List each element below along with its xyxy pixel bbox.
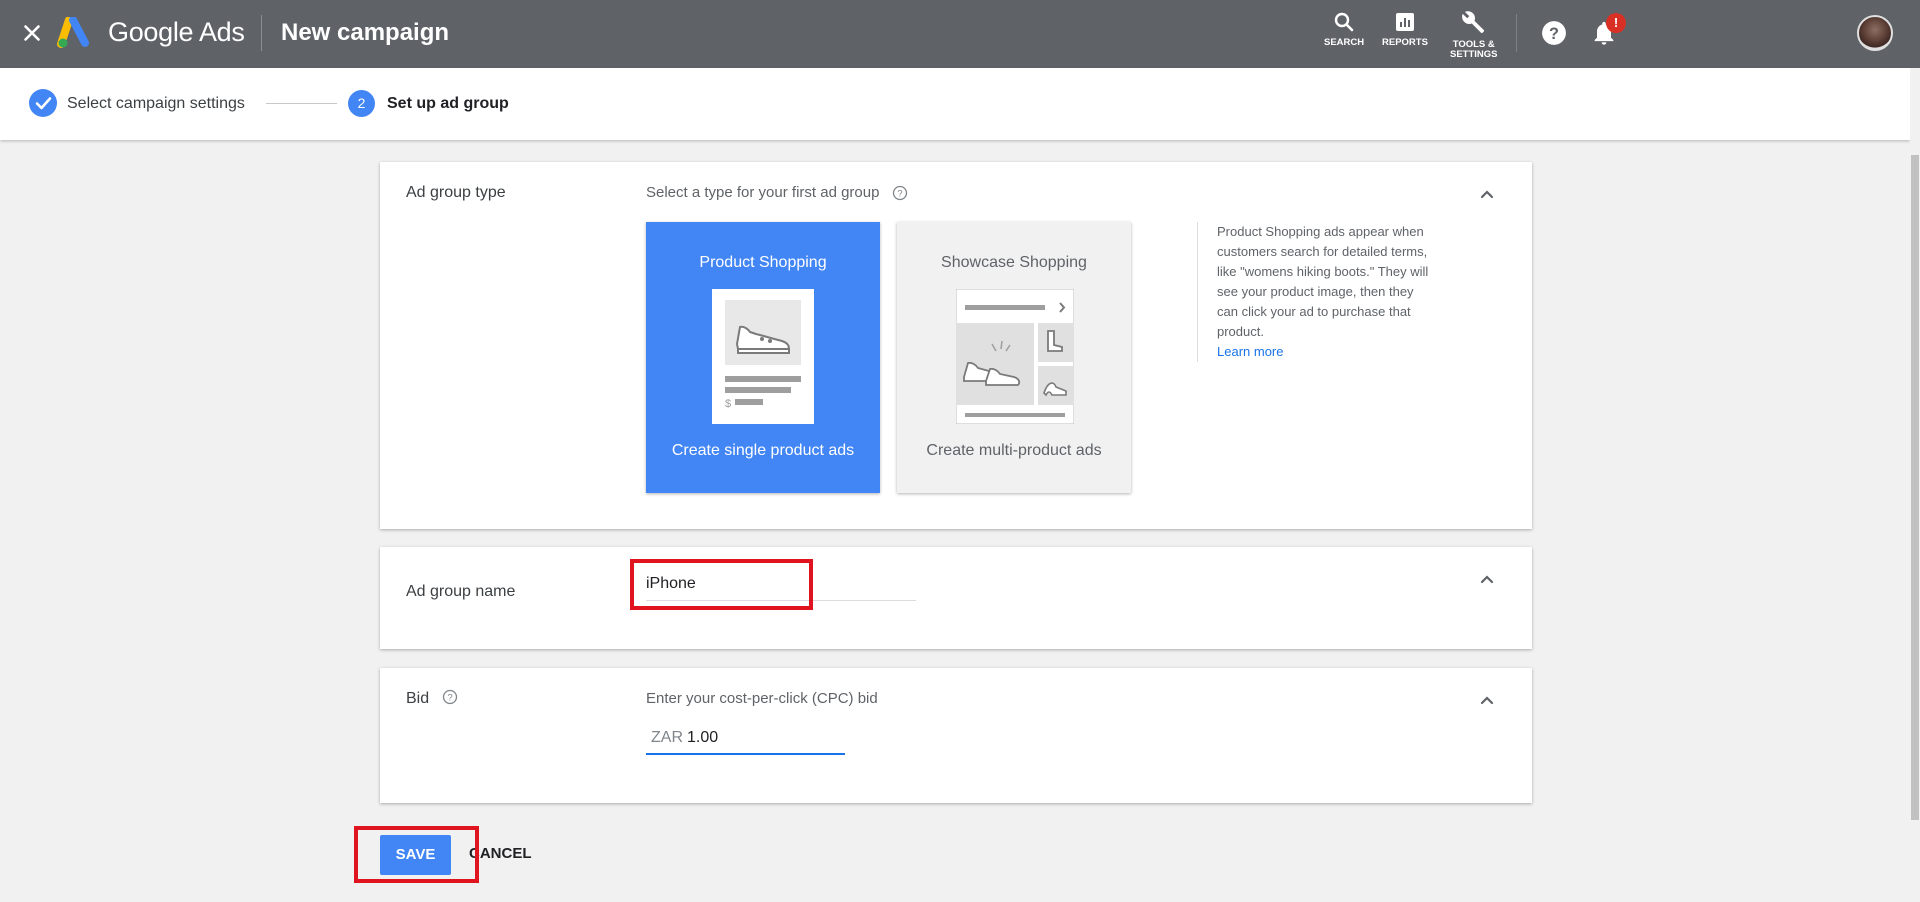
close-icon[interactable]: [19, 20, 45, 46]
page-title: New campaign: [281, 19, 450, 46]
bid-prompt: Enter your cost-per-click (CPC) bid: [646, 690, 878, 707]
product-shopping-title: Product Shopping: [699, 254, 827, 271]
ad-group-type-prompt: Select a type for your first ad group ?: [646, 184, 908, 201]
search-icon: [1334, 12, 1354, 32]
google-ads-logo: [57, 17, 89, 48]
single-product-ad-illustration: $: [712, 289, 814, 424]
multi-product-ad-illustration: [956, 289, 1074, 424]
search-tool-button[interactable]: SEARCH: [1324, 10, 1364, 48]
price-symbol: $: [725, 398, 731, 410]
ad-group-type-label: Ad group type: [406, 184, 506, 201]
svg-text:?: ?: [447, 693, 452, 704]
tools-settings-button[interactable]: TOOLS & SETTINGS: [1450, 10, 1498, 60]
product-shopping-caption: Create single product ads: [671, 442, 855, 459]
step-connector: [266, 103, 337, 104]
bid-card: Bid ? Enter your cost-per-click (CPC) bi…: [380, 668, 1532, 803]
bid-amount-input[interactable]: ZAR 1.00: [646, 721, 845, 755]
ad-group-name-label: Ad group name: [406, 583, 516, 600]
help-circle-icon[interactable]: ?: [442, 689, 458, 705]
save-highlight-box: [354, 826, 479, 883]
ad-group-type-help-panel: Product Shopping ads appear when custome…: [1197, 222, 1433, 362]
step-complete-check-icon: [29, 89, 57, 117]
bid-value: 1.00: [687, 729, 719, 746]
brand-divider: [261, 15, 262, 51]
learn-more-link[interactable]: Learn more: [1217, 344, 1283, 359]
step-select-campaign-settings[interactable]: Select campaign settings: [67, 95, 245, 113]
svg-text:?: ?: [897, 189, 902, 200]
bid-currency: ZAR: [651, 729, 683, 746]
chevron-up-icon[interactable]: [1477, 690, 1497, 710]
showcase-shopping-option[interactable]: Showcase Shopping Create multi-product a…: [897, 222, 1131, 493]
top-bar: Google Ads New campaign SEARCH REPORTS T…: [0, 0, 1920, 68]
toolbar-separator: [1516, 14, 1517, 52]
tools-settings-label-line2: SETTINGS: [1450, 49, 1498, 60]
notification-badge: !: [1606, 13, 1626, 33]
chevron-up-icon[interactable]: [1477, 569, 1497, 589]
help-circle-icon[interactable]: ?: [892, 185, 908, 201]
ad-group-type-prompt-text: Select a type for your first ad group: [646, 184, 880, 201]
wrench-icon: [1461, 11, 1484, 34]
help-icon[interactable]: ?: [1541, 20, 1567, 46]
scrollbar-thumb[interactable]: [1911, 155, 1919, 820]
reports-icon: [1395, 13, 1414, 31]
chevron-up-icon[interactable]: [1477, 184, 1497, 204]
ad-group-type-card: Ad group type Select a type for your fir…: [380, 162, 1532, 529]
ad-group-name-card: Ad group name iPhone: [380, 547, 1532, 649]
svg-text:?: ?: [1549, 25, 1559, 43]
showcase-shopping-caption: Create multi-product ads: [926, 442, 1102, 459]
bid-label: Bid: [406, 690, 430, 707]
reports-tool-label: REPORTS: [1382, 37, 1428, 48]
bid-label-row: Bid ?: [406, 690, 458, 708]
user-avatar[interactable]: [1857, 15, 1893, 51]
showcase-shopping-title: Showcase Shopping: [941, 254, 1087, 271]
campaign-stepper: Select campaign settings 2 Set up ad gro…: [0, 68, 1910, 140]
brand-name: Google Ads: [108, 17, 245, 47]
product-shopping-option[interactable]: Product Shopping $ Create single product…: [646, 222, 880, 493]
step-number-badge: 2: [348, 90, 375, 117]
reports-tool-button[interactable]: REPORTS: [1382, 10, 1428, 48]
step-set-up-ad-group: Set up ad group: [387, 95, 509, 112]
ad-group-type-help-text: Product Shopping ads appear when custome…: [1217, 224, 1429, 339]
search-tool-label: SEARCH: [1324, 37, 1365, 48]
ad-group-name-highlight-box: [630, 559, 813, 610]
